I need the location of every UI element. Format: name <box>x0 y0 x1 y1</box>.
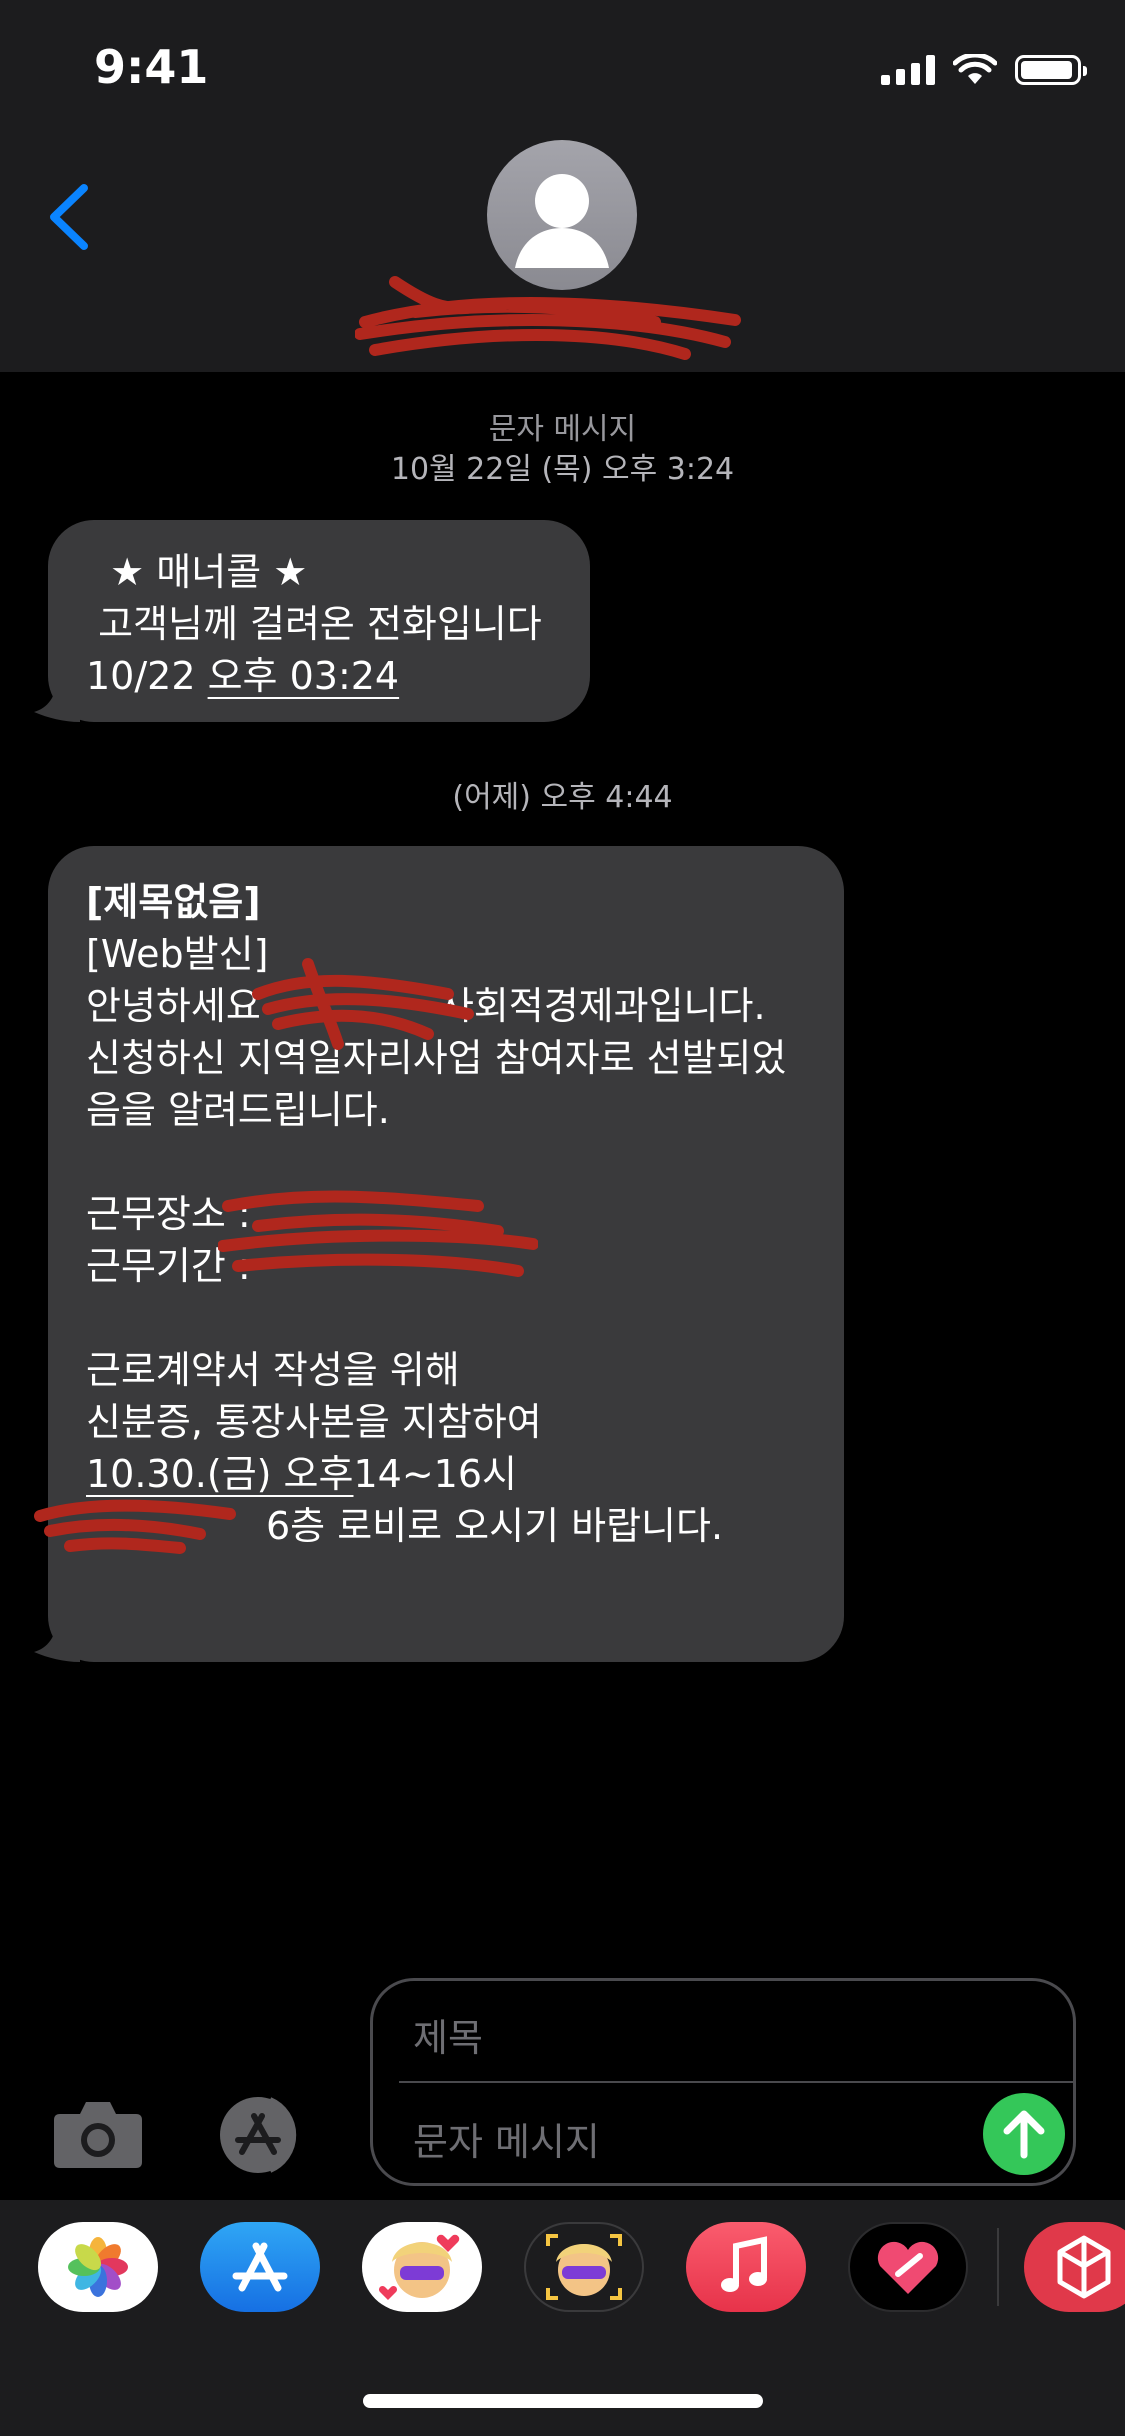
back-button[interactable] <box>44 182 100 252</box>
redaction-scribble <box>218 1190 538 1277</box>
extra-app-icon[interactable] <box>1024 2222 1125 2312</box>
timestamp-date: 10월 22일 (목) 오후 3:24 <box>390 452 735 487</box>
cellular-signal-icon <box>881 55 935 85</box>
message-composer[interactable]: 제목 문자 메시지 <box>370 1978 1076 2186</box>
arrow-up-icon <box>1003 2110 1045 2159</box>
composer-divider <box>399 2081 1073 2083</box>
message-segment: 14~16시 <box>353 1452 517 1496</box>
thread-timestamp-1: 문자 메시지 10월 22일 (목) 오후 3:24 <box>0 410 1125 490</box>
animoji-app-icon[interactable] <box>524 2222 644 2312</box>
message-line: 근로계약서 작성을 위해 <box>86 1348 460 1392</box>
message-line: 신분증, 통장사본을 지참하여 <box>86 1400 542 1444</box>
message-line: 고객님께 걸려온 전화입니다 <box>86 602 542 646</box>
wifi-icon <box>953 54 997 84</box>
person-icon <box>515 174 609 268</box>
message-line-date: 10/22 <box>86 654 208 698</box>
message-segment: 안녕하세요 <box>86 984 261 1028</box>
message-line: [제목없음] <box>86 880 261 924</box>
redaction-scribble <box>34 1499 236 1554</box>
bubble-tail <box>34 682 80 722</box>
home-indicator[interactable] <box>363 2394 763 2408</box>
apps-button[interactable] <box>210 2094 320 2176</box>
message-bubble-1[interactable]: ★ 매너콜 ★ 고객님께 걸려온 전화입니다 10/22 오후 03:24 <box>34 520 590 722</box>
status-time: 9:41 <box>94 40 209 94</box>
bubble-tail <box>34 1622 80 1662</box>
message-line: ★ 매너콜 ★ <box>86 550 308 594</box>
message-segment: 6층 로비로 오시기 바랍니다. <box>266 1504 724 1548</box>
app-store-app-icon[interactable] <box>200 2222 320 2312</box>
message-bubble-2[interactable]: [제목없음] [Web발신] 안녕하세요 사회적경제과입니다. 신청하신 지역일자… <box>34 846 844 1662</box>
datetime-link[interactable]: 오후 03:24 <box>208 654 400 698</box>
thread-timestamp-2: (어제) 오후 4:44 <box>0 778 1125 818</box>
digital-touch-app-icon[interactable] <box>848 2222 968 2312</box>
message-type-label: 문자 메시지 <box>488 412 637 447</box>
conversation-header: 9:41 <box>0 0 1125 372</box>
contact-name-redaction <box>355 276 741 360</box>
subject-field[interactable]: 제목 <box>413 2007 483 2062</box>
send-button[interactable] <box>983 2093 1065 2175</box>
music-app-icon[interactable] <box>686 2222 806 2312</box>
contact-avatar[interactable] <box>487 140 637 290</box>
message-line: 음을 알려드립니다. <box>86 1088 390 1132</box>
photos-app-icon[interactable] <box>38 2222 158 2312</box>
drawer-separator <box>997 2228 999 2306</box>
status-icons <box>881 52 1087 88</box>
camera-button[interactable] <box>52 2098 144 2170</box>
timestamp-date: (어제) 오후 4:44 <box>452 780 673 815</box>
message-line: 10/22 오후 03:24 <box>86 650 566 702</box>
redaction-scribble <box>252 958 474 1050</box>
battery-icon <box>1015 55 1087 85</box>
message-field[interactable]: 문자 메시지 <box>413 2111 600 2166</box>
memoji-stickers-app-icon[interactable] <box>362 2222 482 2312</box>
